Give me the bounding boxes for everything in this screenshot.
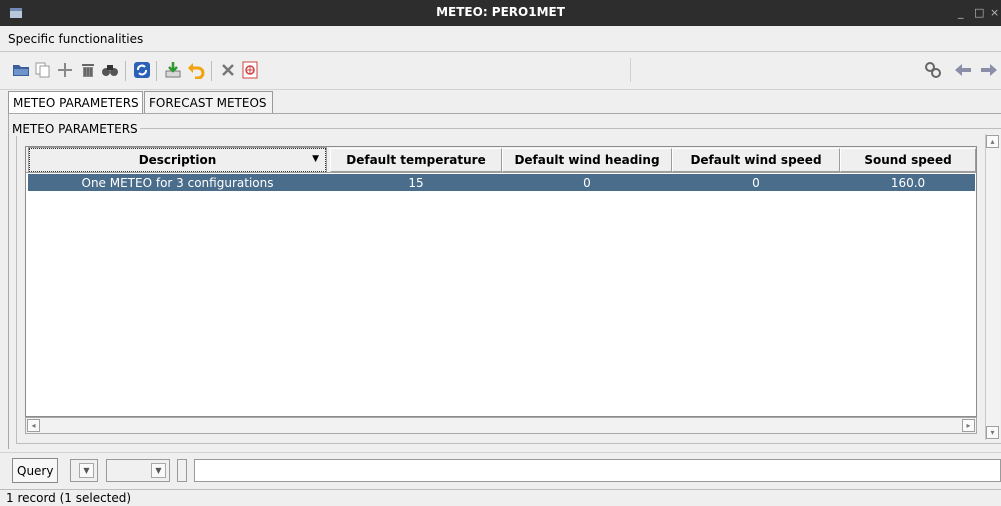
toolbar xyxy=(0,52,1001,90)
title-bar: METEO: PERO1MET _ □ × xyxy=(0,0,1001,26)
column-header-default-wind-heading[interactable]: Default wind heading xyxy=(502,148,672,172)
minimize-icon[interactable]: _ xyxy=(958,6,964,19)
status-bar: 1 record (1 selected) xyxy=(0,489,1001,506)
scroll-down-icon[interactable]: ▾ xyxy=(986,426,999,439)
toolbar-separator xyxy=(156,61,157,81)
toolbar-separator xyxy=(630,58,631,82)
toolbar-separator xyxy=(211,61,212,81)
save-icon[interactable] xyxy=(164,61,182,79)
toolbar-separator xyxy=(125,61,126,81)
tab-meteo-parameters[interactable]: METEO PARAMETERS xyxy=(8,91,143,114)
query-input[interactable] xyxy=(194,459,1001,482)
group-label: METEO PARAMETERS xyxy=(10,122,140,136)
chevron-down-icon[interactable]: ▼ xyxy=(79,463,94,478)
query-operator-select[interactable]: ▼ xyxy=(70,459,98,482)
column-header-default-temperature[interactable]: Default temperature xyxy=(330,148,502,172)
data-grid: Description ▼ Default temperature Defaul… xyxy=(25,146,977,417)
column-header-label: Description xyxy=(138,153,217,167)
open-folder-icon[interactable] xyxy=(12,61,30,79)
print-icon[interactable] xyxy=(241,61,259,79)
add-icon[interactable] xyxy=(56,61,74,79)
window-title: METEO: PERO1MET xyxy=(436,5,565,19)
options-icon[interactable] xyxy=(924,61,942,79)
status-text: 1 record (1 selected) xyxy=(6,491,132,505)
horizontal-scrollbar[interactable]: ◂ ▸ xyxy=(25,417,977,434)
undo-icon[interactable] xyxy=(187,61,205,79)
query-button[interactable]: Query xyxy=(12,458,59,483)
cell-sound-speed: 160.0 xyxy=(890,175,926,190)
refresh-icon[interactable] xyxy=(133,61,151,79)
scroll-right-icon[interactable]: ▸ xyxy=(962,419,975,432)
search-icon[interactable] xyxy=(101,61,119,79)
prev-arrow-icon[interactable] xyxy=(954,61,972,79)
vertical-scrollbar[interactable]: ▴ ▾ xyxy=(985,134,1000,440)
cell-default-wind-heading: 0 xyxy=(583,175,591,190)
grid-header: Description ▼ Default temperature Defaul… xyxy=(26,147,976,173)
maximize-icon[interactable]: □ xyxy=(974,6,984,19)
query-bar: Query ▼ ▼ xyxy=(0,452,1001,488)
query-splitter[interactable] xyxy=(177,459,187,482)
table-row[interactable]: One METEO for 3 configurations 15 0 0 16… xyxy=(28,174,975,191)
tab-forecast-meteos[interactable]: FORECAST METEOS xyxy=(144,91,273,113)
close-icon[interactable]: × xyxy=(990,6,999,19)
menu-bar: Specific functionalities xyxy=(0,26,1001,52)
cell-description: One METEO for 3 configurations xyxy=(81,175,274,190)
chevron-down-icon[interactable]: ▼ xyxy=(151,463,166,478)
column-header-sound-speed[interactable]: Sound speed xyxy=(840,148,976,172)
column-header-default-wind-speed[interactable]: Default wind speed xyxy=(672,148,840,172)
scroll-up-icon[interactable]: ▴ xyxy=(986,135,999,148)
clear-icon[interactable] xyxy=(219,61,237,79)
cell-default-wind-speed: 0 xyxy=(752,175,760,190)
delete-icon[interactable] xyxy=(79,61,97,79)
sort-dropdown-icon[interactable]: ▼ xyxy=(312,154,319,164)
query-field-select[interactable]: ▼ xyxy=(106,459,170,482)
duplicate-icon[interactable] xyxy=(34,61,52,79)
menu-specific-functionalities[interactable]: Specific functionalities xyxy=(8,32,143,46)
cell-default-temperature: 15 xyxy=(408,175,424,190)
column-header-description[interactable]: Description ▼ xyxy=(28,147,327,173)
next-arrow-icon[interactable] xyxy=(980,61,998,79)
scroll-left-icon[interactable]: ◂ xyxy=(27,419,40,432)
